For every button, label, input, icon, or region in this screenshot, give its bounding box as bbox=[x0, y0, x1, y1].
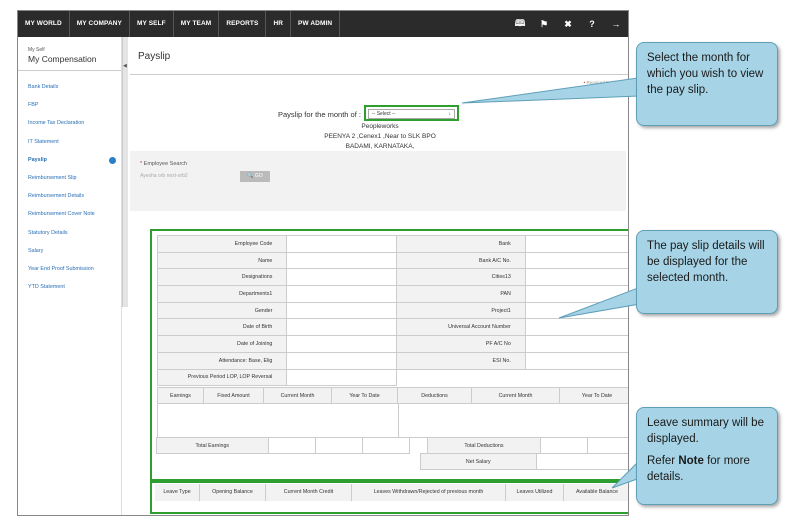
sidebar-item-bank-details[interactable]: Bank Details bbox=[28, 83, 120, 101]
sidebar-menu: Bank Details FBP Income Tax Declaration … bbox=[28, 83, 120, 301]
company-address-1: PEENYA 2 ,Cenex1 ,Near to SLK BPO bbox=[324, 133, 436, 140]
earnings-header-row: Earnings Fixed Amount Current Month Year… bbox=[157, 387, 628, 404]
field-attendance: Attendance: Base, Elig bbox=[156, 351, 288, 370]
nav-my-self[interactable]: MY SELF bbox=[130, 11, 174, 37]
col-deductions-current-month: Current Month bbox=[472, 388, 560, 403]
sidebar-item-statutory-details[interactable]: Statutory Details bbox=[28, 229, 120, 247]
col-available-balance: Available Balance bbox=[575, 489, 618, 495]
field-previous-lop: Previous Period LOP, LOP Reversal bbox=[156, 368, 288, 387]
chevron-down-icon: ↓ bbox=[448, 111, 452, 117]
payslip-details-highlight: Employee Code Bank Name Bank A/C No. Desig… bbox=[150, 229, 628, 483]
earnings-body bbox=[157, 404, 628, 438]
sidebar-item-it-statement[interactable]: IT Statement bbox=[28, 138, 120, 156]
main-content: Payslip • Required Fields Payslip for th… bbox=[130, 37, 628, 515]
field-bank-ac-no: Bank A/C No. bbox=[395, 251, 526, 270]
callout-leave: Leave summary will be displayed. Refer N… bbox=[636, 407, 778, 505]
callout-month: Select the month for which you wish to v… bbox=[636, 42, 778, 126]
sidebar-collapse-bar[interactable]: ◀ bbox=[122, 37, 128, 307]
col-year-to-date: Year To Date bbox=[332, 388, 398, 403]
totals-row: Total Earnings Total Deductions bbox=[156, 437, 628, 454]
field-employee-code: Employee Code bbox=[156, 235, 288, 253]
sidebar-item-year-end-proof[interactable]: Year End Proof Submission bbox=[28, 265, 120, 283]
help-icon[interactable]: ? bbox=[586, 19, 598, 29]
leave-summary-header: Leave Type Opening Balance Current Month… bbox=[155, 484, 628, 501]
sidebar-item-reimbursement-slip[interactable]: Reimbursement Slip bbox=[28, 174, 120, 192]
field-uan: Universal Account Number bbox=[395, 318, 526, 337]
app-window: MY WORLD MY COMPANY MY SELF MY TEAM REPO… bbox=[17, 10, 629, 516]
go-button[interactable]: 🔍 GO bbox=[240, 171, 270, 182]
field-departments: Departments1 bbox=[156, 285, 288, 303]
month-label: Payslip for the month of : bbox=[278, 110, 361, 119]
company-name: Peopleworks bbox=[361, 123, 399, 130]
logout-icon[interactable]: → bbox=[610, 19, 622, 29]
leave-summary-highlight: Leave Type Opening Balance Current Month… bbox=[150, 479, 628, 514]
sidebar-item-ytd-statement[interactable]: YTD Statement bbox=[28, 283, 120, 301]
nav-my-team[interactable]: MY TEAM bbox=[174, 11, 220, 37]
employee-search-label: * Employee Search bbox=[140, 161, 188, 167]
field-bank: Bank bbox=[395, 235, 526, 253]
page-title: Payslip bbox=[138, 51, 171, 62]
field-esi-no: ESI No. bbox=[395, 351, 526, 370]
employee-details-table: Employee Code Bank Name Bank A/C No. Desig… bbox=[156, 235, 628, 387]
employee-search-input[interactable]: Ayesha orb next-orb2 bbox=[140, 173, 188, 179]
net-salary-row: Net Salary bbox=[157, 453, 628, 470]
col-deductions: Deductions bbox=[398, 388, 472, 403]
field-name: Name bbox=[156, 251, 288, 270]
divider bbox=[130, 74, 628, 75]
top-navigation: MY WORLD MY COMPANY MY SELF MY TEAM REPO… bbox=[18, 11, 628, 37]
field-date-of-joining: Date of Joining bbox=[156, 335, 288, 353]
field-project: Project1 bbox=[395, 301, 526, 320]
net-salary-label: Net Salary bbox=[419, 453, 537, 470]
company-address-2: BADAMI, KARNATAKA, bbox=[345, 143, 415, 150]
col-leaves-withdrawn: Leaves Withdrawn/Rejected of previous mo… bbox=[352, 484, 506, 501]
sidebar: My Self My Compensation Bank Details FBP… bbox=[18, 37, 122, 515]
callout-details: The pay slip details will be displayed f… bbox=[636, 230, 778, 314]
book-icon[interactable]: 🕮 bbox=[514, 16, 526, 32]
month-select[interactable]: -- Select -- ↓ bbox=[368, 109, 455, 119]
col-leave-type: Leave Type bbox=[155, 484, 200, 501]
selected-indicator-icon bbox=[109, 156, 116, 164]
sidebar-item-reimbursement-details[interactable]: Reimbursement Details bbox=[28, 192, 120, 210]
field-pan: PAN bbox=[395, 285, 526, 303]
collapse-arrow-icon[interactable]: ◀ bbox=[123, 63, 127, 69]
total-earnings-label: Total Earnings bbox=[156, 437, 269, 454]
col-current-month-credit: Current Month Credit bbox=[266, 484, 352, 501]
sidebar-item-fbp[interactable]: FBP bbox=[28, 101, 120, 119]
nav-pw-admin[interactable]: PW ADMIN bbox=[291, 11, 341, 37]
flag-icon[interactable]: ⚑ bbox=[538, 19, 550, 30]
required-fields-note: • Required Fields bbox=[583, 80, 618, 85]
nav-reports[interactable]: REPORTS bbox=[219, 11, 267, 37]
month-select-highlight: -- Select -- ↓ bbox=[364, 105, 459, 121]
field-pf-ac-no: PF A/C No bbox=[395, 335, 526, 353]
sidebar-item-salary[interactable]: Salary bbox=[28, 247, 120, 265]
total-deductions-label: Total Deductions bbox=[427, 437, 541, 454]
employee-search-panel: * Employee Search Ayesha orb next-orb2 🔍… bbox=[130, 151, 626, 211]
sidebar-item-reimbursement-cover-note[interactable]: Reimbursement Cover Note bbox=[28, 210, 120, 228]
field-date-of-birth: Date of Birth bbox=[156, 318, 288, 337]
divider bbox=[18, 70, 121, 71]
breadcrumb: My Self bbox=[28, 47, 45, 53]
field-designations: Designations bbox=[156, 268, 288, 287]
col-opening-balance: Opening Balance bbox=[200, 484, 266, 501]
nav-hr[interactable]: HR bbox=[266, 11, 292, 37]
col-deductions-ytd: Year To Date bbox=[581, 393, 613, 399]
sidebar-item-income-tax-declaration[interactable]: Income Tax Declaration bbox=[28, 119, 120, 137]
nav-my-company[interactable]: MY COMPANY bbox=[70, 11, 130, 37]
col-earnings: Earnings bbox=[158, 388, 204, 403]
sidebar-item-label: Payslip bbox=[28, 156, 47, 163]
col-current-month: Current Month bbox=[264, 388, 332, 403]
col-leaves-utilized: Leaves Utilized bbox=[506, 484, 564, 501]
sidebar-title: My Compensation bbox=[28, 54, 97, 64]
field-gender: Gender bbox=[156, 301, 288, 320]
col-fixed-amount: Fixed Amount bbox=[204, 388, 264, 403]
earnings-deductions-table: Earnings Fixed Amount Current Month Year… bbox=[156, 387, 628, 470]
nav-my-world[interactable]: MY WORLD bbox=[18, 11, 70, 37]
sidebar-item-payslip[interactable]: Payslip bbox=[28, 156, 120, 174]
tools-icon[interactable]: ✖ bbox=[562, 19, 574, 30]
field-cities: Cities13 bbox=[395, 268, 526, 287]
